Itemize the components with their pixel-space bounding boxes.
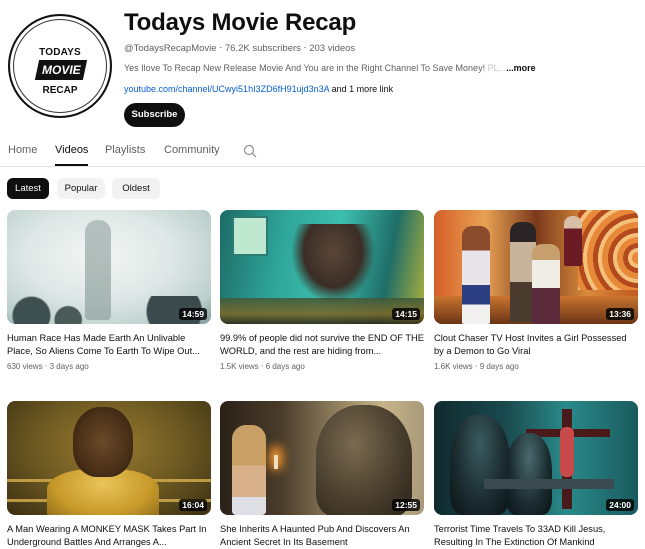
tab-home[interactable]: Home [8, 144, 37, 156]
subscriber-count: 76.2K subscribers [224, 43, 301, 54]
thumbnail-art [232, 425, 266, 515]
video-thumbnail[interactable]: 13:36 [434, 210, 638, 324]
search-icon[interactable] [243, 144, 257, 158]
filter-popular[interactable]: Popular [57, 178, 105, 199]
video-meta: 1.6K views ‧ 9 days ago [434, 362, 519, 371]
channel-link[interactable]: youtube.com/channel/UCwyi51hI3ZD6fH91ujd… [124, 84, 329, 94]
upload-age: 6 days ago [265, 362, 305, 371]
avatar-text-recap: RECAP [42, 85, 78, 96]
description-fade: PL... [485, 63, 507, 73]
duration-badge: 12:55 [392, 499, 420, 511]
more-link[interactable]: ...more [506, 63, 536, 73]
description-text: Yes Ilove To Recap New Release Movie And… [124, 63, 486, 73]
duration-badge: 16:04 [179, 499, 207, 511]
video-card[interactable]: 16:04 A Man Wearing A MONKEY MASK Takes … [7, 401, 211, 549]
thumbnail-art [564, 216, 582, 266]
thumbnail-art [560, 427, 574, 477]
tab-community[interactable]: Community [164, 144, 220, 156]
thumbnail-art [450, 415, 510, 515]
video-thumbnail[interactable]: 14:15 [220, 210, 424, 324]
channel-description[interactable]: Yes Ilove To Recap New Release Movie And… [124, 63, 536, 73]
video-count: 203 videos [309, 43, 356, 54]
video-card[interactable]: 14:59 Human Race Has Made Earth An Unliv… [7, 210, 211, 371]
video-card[interactable]: 12:55 She Inherits A Haunted Pub And Dis… [220, 401, 424, 549]
more-links[interactable]: and 1 more link [329, 84, 394, 94]
channel-links: youtube.com/channel/UCwyi51hI3ZD6fH91ujd… [124, 84, 393, 94]
view-count: 1.6K views [434, 362, 473, 371]
avatar-text-todays: TODAYS [39, 47, 81, 58]
thumbnail-art [578, 210, 638, 290]
meta-separator: ‧ [303, 43, 307, 54]
video-card[interactable]: 13:36 Clout Chaser TV Host Invites a Gir… [434, 210, 638, 371]
channel-handle: @TodaysRecapMovie [124, 43, 217, 54]
thumbnail-art [292, 224, 374, 302]
video-title[interactable]: 99.9% of people did not survive the END … [220, 332, 424, 358]
tab-videos[interactable]: Videos [55, 144, 89, 166]
avatar-text-movie: MOVIE [41, 63, 81, 77]
avatar-movie-badge: MOVIE [34, 60, 88, 80]
upload-age: 3 days ago [49, 362, 89, 371]
thumbnail-art [462, 226, 490, 324]
channel-header: TODAYS MOVIE RECAP Todays Movie Recap @T… [0, 0, 645, 130]
video-title[interactable]: She Inherits A Haunted Pub And Discovers… [220, 523, 424, 549]
thumbnail-art [73, 407, 133, 477]
channel-name: Todays Movie Recap [124, 9, 357, 36]
thumbnail-art [506, 433, 552, 515]
video-title[interactable]: Terrorist Time Travels To 33AD Kill Jesu… [434, 523, 638, 549]
video-title[interactable]: Clout Chaser TV Host Invites a Girl Poss… [434, 332, 638, 358]
channel-meta: @TodaysRecapMovie ‧ 76.2K subscribers ‧ … [124, 43, 355, 54]
view-count: 630 views [7, 362, 43, 371]
video-thumbnail[interactable]: 14:59 [7, 210, 211, 324]
channel-avatar[interactable]: TODAYS MOVIE RECAP [8, 14, 112, 118]
video-thumbnail[interactable]: 12:55 [220, 401, 424, 515]
video-title[interactable]: A Man Wearing A MONKEY MASK Takes Part I… [7, 523, 211, 549]
duration-badge: 14:59 [179, 308, 207, 320]
duration-badge: 13:36 [606, 308, 634, 320]
tab-playlists[interactable]: Playlists [105, 144, 145, 156]
thumbnail-art [232, 216, 268, 256]
video-meta: 1.5K views ‧ 6 days ago [220, 362, 305, 371]
duration-badge: 14:15 [392, 308, 420, 320]
thumbnail-art [532, 244, 560, 324]
view-count: 1.5K views [220, 362, 259, 371]
channel-tabs: Home Videos Playlists Community [0, 136, 645, 167]
video-title[interactable]: Human Race Has Made Earth An Unlivable P… [7, 332, 211, 358]
video-thumbnail[interactable]: 24:00 [434, 401, 638, 515]
duration-badge: 24:00 [606, 499, 634, 511]
video-card[interactable]: 14:15 99.9% of people did not survive th… [220, 210, 424, 371]
subscribe-button[interactable]: Subscribe [124, 103, 185, 127]
upload-age: 9 days ago [479, 362, 519, 371]
video-thumbnail[interactable]: 16:04 [7, 401, 211, 515]
thumbnail-art [274, 455, 278, 469]
filter-oldest[interactable]: Oldest [112, 178, 160, 199]
meta-separator: ‧ [219, 43, 223, 54]
video-meta: 630 views ‧ 3 days ago [7, 362, 89, 371]
thumbnail-art [484, 479, 614, 489]
video-card[interactable]: 24:00 Terrorist Time Travels To 33AD Kil… [434, 401, 638, 549]
filter-latest[interactable]: Latest [7, 178, 49, 199]
